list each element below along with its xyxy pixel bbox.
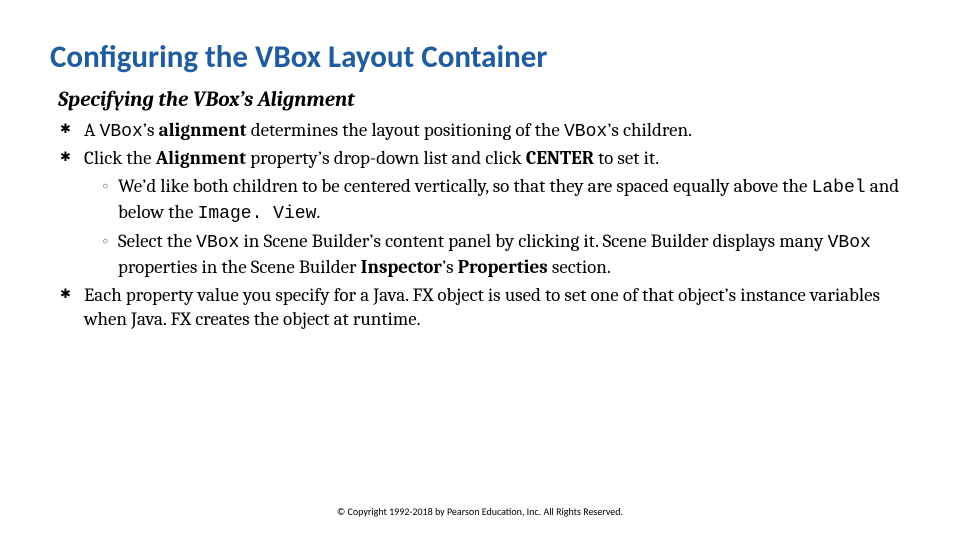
- text: determines the layout positioning of the: [247, 119, 564, 141]
- text: A: [84, 119, 100, 141]
- bold: alignment: [159, 119, 247, 141]
- code: Label: [812, 178, 866, 198]
- bold: CENTER: [526, 147, 594, 169]
- text: We’d like both children to be centered v…: [118, 175, 812, 197]
- text: ’s children.: [607, 119, 692, 141]
- text: Select the: [118, 230, 196, 252]
- text: property’s drop-down list and click: [246, 147, 526, 169]
- text: Click the: [84, 147, 156, 169]
- slide-title: Configuring the VBox Layout Container: [50, 40, 910, 74]
- bullet-3: Each property value you specify for a Ja…: [58, 283, 910, 332]
- bullet-2: Click the Alignment property’s drop-down…: [58, 146, 910, 279]
- copyright-footer: © Copyright 1992-2018 by Pearson Educati…: [0, 505, 960, 518]
- text: in Scene Builder’s content panel by clic…: [239, 230, 827, 252]
- bold: Alignment: [156, 147, 246, 169]
- text: section.: [548, 256, 611, 278]
- text: Each property value you specify for a Ja…: [84, 284, 880, 330]
- code: Image. View: [198, 204, 317, 224]
- sub-bullet-2: Select the VBox in Scene Builder’s conte…: [102, 229, 910, 279]
- text: .: [316, 201, 320, 223]
- code: VBox: [564, 122, 607, 142]
- text: properties in the Scene Builder: [118, 256, 361, 278]
- bold: Properties: [458, 256, 548, 278]
- code: VBox: [828, 233, 871, 253]
- slide-subtitle: Specifying the VBox’s Alignment: [58, 88, 910, 112]
- text: ’s: [442, 256, 458, 278]
- text: ’s: [143, 119, 159, 141]
- code: VBox: [100, 122, 143, 142]
- bold: Inspector: [361, 256, 442, 278]
- code: VBox: [196, 233, 239, 253]
- bullet-list: A VBox’s alignment determines the layout…: [58, 118, 910, 331]
- text: to set it.: [594, 147, 659, 169]
- bullet-1: A VBox’s alignment determines the layout…: [58, 118, 910, 144]
- slide: Configuring the VBox Layout Container Sp…: [0, 0, 960, 540]
- sub-bullet-1: We’d like both children to be centered v…: [102, 174, 910, 226]
- sub-list: We’d like both children to be centered v…: [84, 174, 910, 278]
